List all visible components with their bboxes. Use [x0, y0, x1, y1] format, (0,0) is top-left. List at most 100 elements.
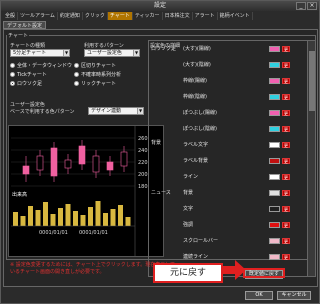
y-tick-label: 200: [138, 172, 148, 178]
color-change-button[interactable]: 更: [282, 222, 290, 228]
color-change-button[interactable]: 更: [282, 78, 290, 84]
color-row: 枠線(陽線) 更: [149, 77, 307, 85]
color-row-label: 文字: [183, 206, 194, 212]
color-change-button[interactable]: 更: [282, 62, 290, 68]
chevron-down-icon: ▼: [63, 50, 69, 56]
volume-bar: [43, 202, 48, 226]
color-swatch[interactable]: [269, 222, 280, 228]
cancel-button[interactable]: キャンセル: [277, 291, 311, 300]
chart-group-label: チャート: [8, 33, 28, 39]
volume-bar: [103, 213, 108, 226]
candlestick-preview-svg: 260 240 220 200 180 出来高 0001/01/01 0001/01/01: [9, 126, 163, 256]
volume-bar: [28, 206, 33, 226]
chevron-down-icon: ▼: [133, 50, 139, 56]
volume-bar: [35, 210, 41, 226]
color-row: ぽつぶし(陰線) 更: [149, 125, 307, 133]
tab-menu-3[interactable]: クリック: [83, 12, 108, 20]
chart-kind-radio-2[interactable]: Tickチャート: [10, 71, 47, 78]
color-row: 文字 更: [149, 205, 307, 213]
y-tick-label: 240: [138, 148, 148, 154]
color-change-button[interactable]: 更: [282, 110, 290, 116]
candle-body: [50, 147, 58, 177]
color-row-label: ラベル背景: [183, 158, 209, 164]
volume-bar: [110, 209, 116, 226]
color-row-label: 枠線(陽線): [183, 78, 207, 84]
tab-default-settings[interactable]: デフォルト設定: [3, 21, 47, 29]
radio-dot[interactable]: [74, 81, 79, 86]
chart-preview[interactable]: 260 240 220 200 180 出来高 0001/01/01 0001/01/01: [8, 125, 164, 257]
color-change-button[interactable]: 更: [282, 142, 290, 148]
color-swatch[interactable]: [269, 78, 280, 84]
base-pattern-select[interactable]: デザイン連動 ▼: [88, 107, 144, 115]
volume-bar: [125, 217, 131, 226]
tab-menu-7[interactable]: アラート: [193, 12, 218, 20]
color-swatch[interactable]: [269, 94, 280, 100]
color-change-button[interactable]: 更: [282, 238, 290, 244]
chart-kind-radio-0[interactable]: 全体・データウィンドウ: [10, 62, 72, 69]
color-row-label: 強調: [183, 222, 194, 228]
radio-dot[interactable]: [74, 72, 79, 77]
color-change-button[interactable]: 更: [282, 174, 290, 180]
color-change-button[interactable]: 更: [282, 158, 290, 164]
y-tick-label: 220: [138, 160, 148, 166]
radio-label: 区切りチャート: [81, 63, 116, 69]
color-swatch[interactable]: [269, 190, 280, 196]
color-change-button[interactable]: 更: [282, 94, 290, 100]
chart-kind-radio-5[interactable]: リックチャート: [74, 80, 116, 87]
tab-menu-5[interactable]: ティッカー: [133, 12, 163, 20]
y-tick-label: 180: [138, 184, 148, 190]
radio-dot[interactable]: [10, 63, 15, 68]
tab-menu-0[interactable]: 全般: [3, 12, 19, 20]
color-swatch[interactable]: [269, 254, 280, 260]
tab-menu-8[interactable]: 銘柄イベント: [218, 12, 253, 20]
volume-label: 出来高: [12, 191, 27, 198]
volume-bar: [80, 215, 86, 226]
color-change-button[interactable]: 更: [282, 190, 290, 196]
vertical-scrollbar[interactable]: [307, 41, 315, 276]
chart-kind-radio-3[interactable]: 不確率時系列分析: [74, 71, 121, 78]
color-row: 背景 更: [149, 189, 307, 197]
close-button[interactable]: ×: [307, 2, 317, 10]
pattern-value: ユーザー設定色: [87, 50, 122, 56]
chart-kind-radio-1[interactable]: 区切りチャート: [74, 62, 116, 69]
radio-dot[interactable]: [74, 63, 79, 68]
color-swatch[interactable]: [269, 206, 280, 212]
minimize-button[interactable]: _: [296, 2, 306, 10]
chart-type-select[interactable]: 5分足チャート ▼: [10, 49, 70, 57]
color-swatch[interactable]: [269, 158, 280, 164]
tab-menu-2[interactable]: 約定通知: [58, 12, 83, 20]
ok-button[interactable]: OK: [245, 291, 273, 300]
tab-menu-6[interactable]: 日本株注文: [163, 12, 193, 20]
title-bar: 設定 _ ×: [1, 1, 319, 11]
radio-dot[interactable]: [10, 81, 15, 86]
color-swatch[interactable]: [269, 238, 280, 244]
candle-body: [36, 155, 44, 171]
color-change-button[interactable]: 更: [282, 254, 290, 260]
tab-menu-1[interactable]: ツールアラーム: [18, 12, 58, 20]
color-row-label: 枠線(陰線): [183, 94, 207, 100]
candle-body: [22, 165, 30, 175]
chart-kind-radio-4[interactable]: ロウソク足: [10, 80, 42, 87]
pattern-label: 利用するパターン: [84, 43, 124, 49]
radio-label: Tickチャート: [17, 72, 47, 78]
tab-menu-4[interactable]: チャート: [107, 12, 133, 20]
chart-background: [9, 126, 163, 256]
chart-type-value: 5分足チャート: [13, 50, 47, 56]
color-swatch[interactable]: [269, 46, 280, 52]
color-change-button[interactable]: 更: [282, 46, 290, 52]
color-swatch[interactable]: [269, 142, 280, 148]
color-change-button[interactable]: 更: [282, 126, 290, 132]
color-swatch[interactable]: [269, 126, 280, 132]
scroll-thumb[interactable]: [309, 51, 315, 111]
color-row-label: ぽつぶし(陽線): [183, 110, 217, 116]
pattern-select[interactable]: ユーザー設定色 ▼: [84, 49, 140, 57]
restore-callout: 元に戻す: [153, 263, 223, 283]
color-swatch[interactable]: [269, 110, 280, 116]
color-row: ライン 更: [149, 173, 307, 181]
color-swatch[interactable]: [269, 174, 280, 180]
volume-bar: [50, 214, 56, 226]
radio-dot[interactable]: [10, 72, 15, 77]
color-change-button[interactable]: 更: [282, 206, 290, 212]
color-swatch[interactable]: [269, 62, 280, 68]
candle-body: [106, 161, 114, 171]
